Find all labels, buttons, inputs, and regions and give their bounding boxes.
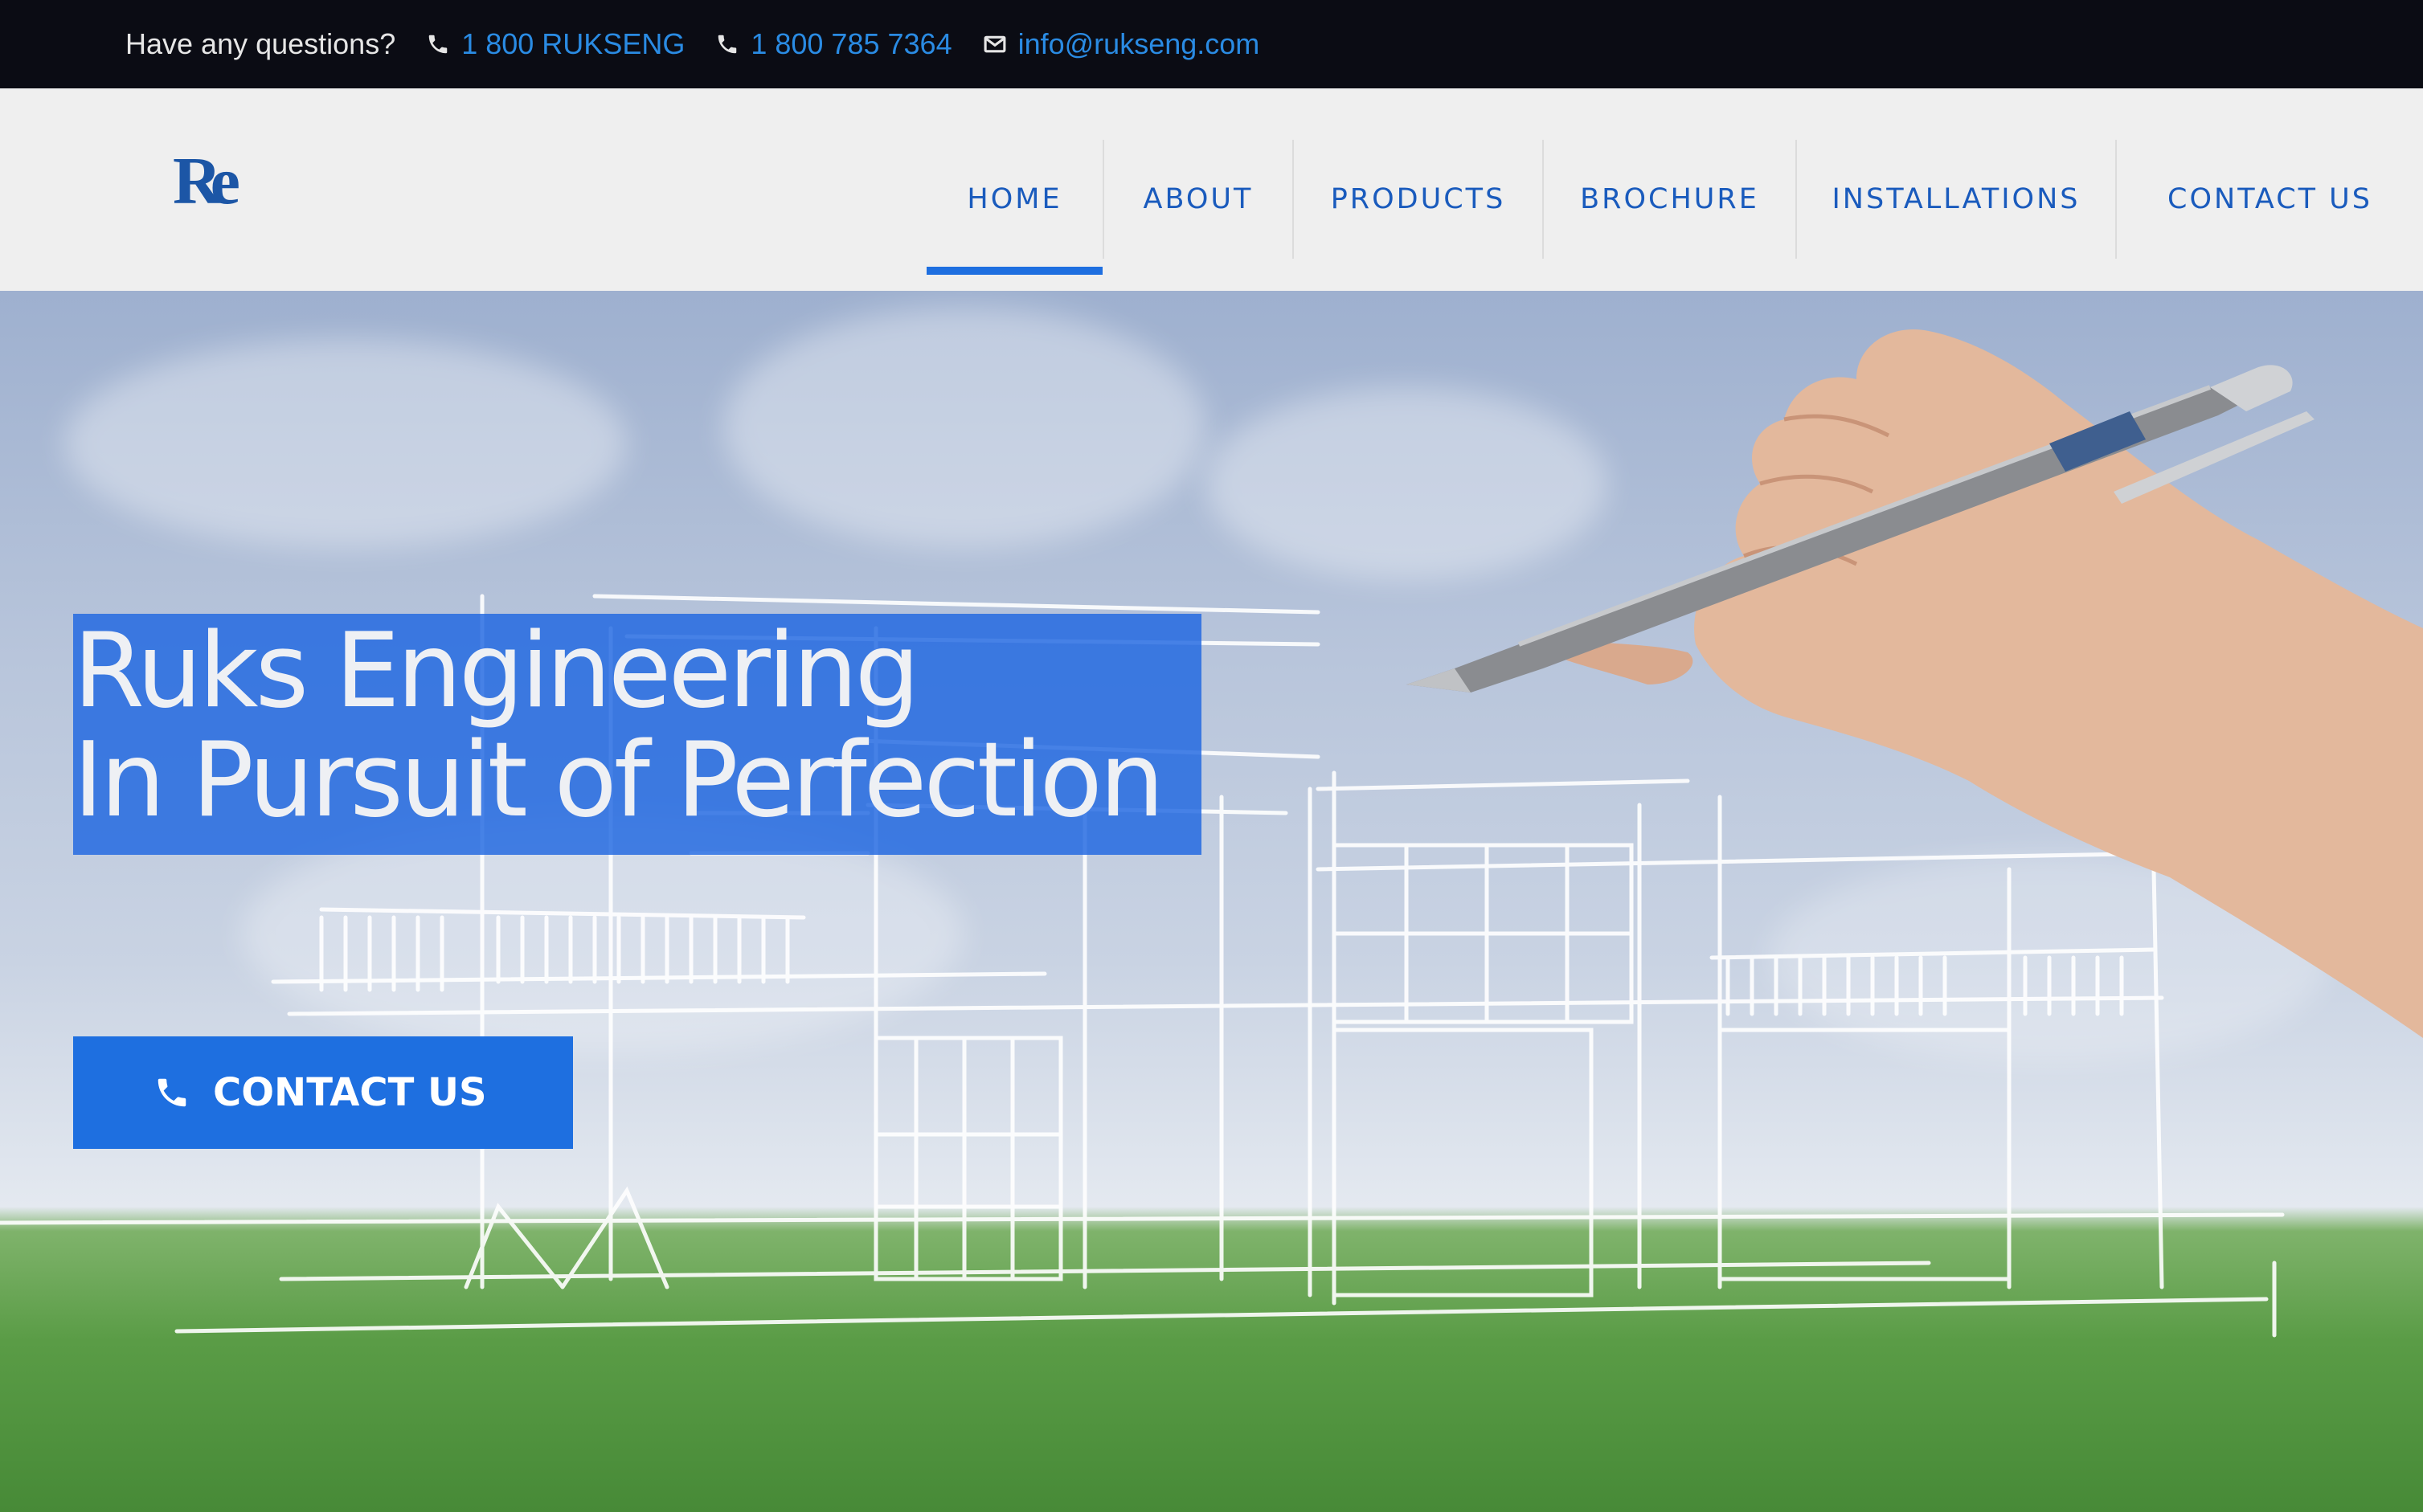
logo-mark: Re [173,144,240,219]
phone-text-2: 1 800 785 7364 [751,27,952,60]
phone-link-number[interactable]: 1 800 785 7364 [715,27,952,61]
nav-brochure[interactable]: BROCHURE [1542,140,1795,259]
top-info-bar: Have any questions? 1 800 RUKSENG 1 800 … [0,0,2423,88]
nav-installations[interactable]: INSTALLATIONS [1795,140,2115,259]
hero-headline-line2: In Pursuit of Perfection [73,721,1164,840]
phone-text-1: 1 800 RUKSENG [461,27,686,60]
nav-products[interactable]: PRODUCTS [1292,140,1542,259]
email-link[interactable]: info@rukseng.com [983,27,1260,61]
hero-headline: Ruks Engineering In Pursuit of Perfectio… [73,614,1201,855]
phone-icon [428,35,448,54]
mail-icon [984,35,1006,53]
phone-link-rukseng[interactable]: 1 800 RUKSENG [426,27,685,61]
logo[interactable]: Re [165,144,240,219]
nav-home[interactable]: HOME [927,140,1103,275]
site-header: Re HOME ABOUT PRODUCTS BROCHURE INSTALLA… [0,88,2423,291]
contact-us-button-label: CONTACT US [213,1070,487,1115]
phone-icon [158,1078,186,1107]
phone-icon [718,35,737,54]
questions-label: Have any questions? [125,27,396,60]
hand-with-pen-illustration [1406,329,2423,1038]
hero-banner: Ruks Engineering In Pursuit of Perfectio… [0,291,2423,1512]
main-nav: HOME ABOUT PRODUCTS BROCHURE INSTALLATIO… [927,140,2423,275]
email-text: info@rukseng.com [1017,27,1260,60]
hero-headline-line1: Ruks Engineering [73,611,920,731]
nav-contact-us[interactable]: CONTACT US [2115,140,2423,259]
contact-us-button[interactable]: CONTACT US [73,1036,573,1149]
nav-about[interactable]: ABOUT [1103,140,1292,259]
